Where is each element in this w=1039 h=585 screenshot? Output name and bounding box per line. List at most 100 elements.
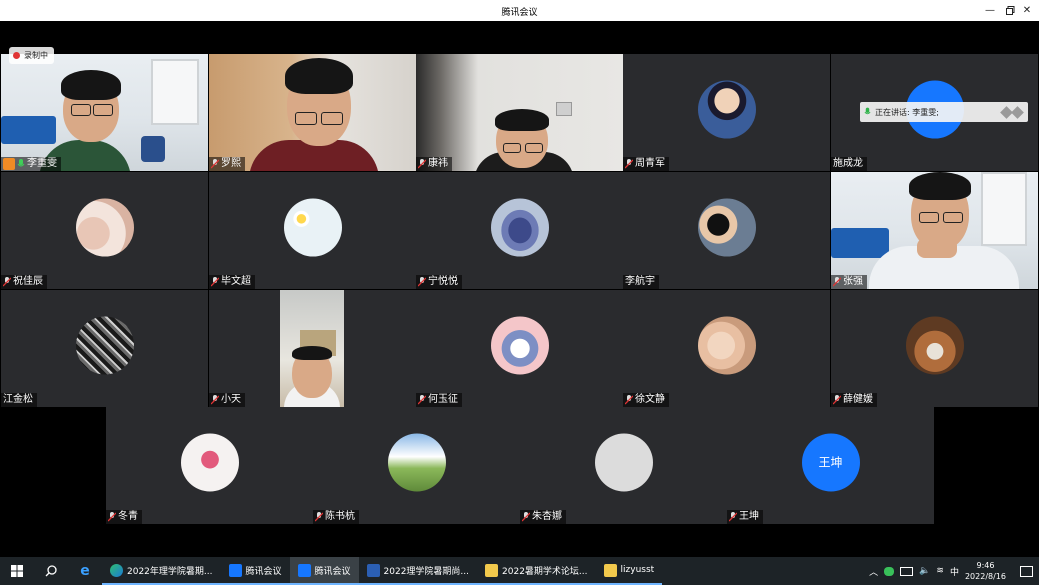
- mic-muted-icon: [315, 512, 323, 522]
- volume-icon[interactable]: 🔈: [919, 566, 930, 576]
- taskbar-app-label: 2022暑期学术论坛...: [502, 566, 588, 577]
- participant-name: 何玉征: [428, 394, 458, 405]
- host-icon: [3, 158, 15, 170]
- network-icon[interactable]: ≋: [936, 566, 944, 576]
- name-tag: 祝佳辰: [1, 275, 47, 289]
- clock-time: 9:46: [976, 561, 995, 570]
- name-tag: 江金松: [1, 393, 37, 407]
- name-tag: 周青军: [623, 157, 669, 171]
- avatar: [697, 80, 756, 139]
- close-button[interactable]: ✕: [1015, 0, 1039, 21]
- camera-feed: [280, 290, 344, 407]
- taskbar-app-label: 2022年理学院暑期...: [127, 566, 213, 577]
- participant-tile[interactable]: 宁悦悦: [416, 172, 623, 289]
- participant-tile[interactable]: 祝佳辰: [1, 172, 208, 289]
- name-tag: 薛健媛: [831, 393, 877, 407]
- name-tag: 张强: [831, 275, 867, 289]
- name-tag: 冬青: [106, 510, 142, 524]
- participant-tile[interactable]: 王坤 王坤: [727, 407, 934, 524]
- system-tray: ︿ 🔈 ≋ 中 9:46 2022/8/16: [869, 560, 1039, 582]
- expand-icon[interactable]: [1011, 105, 1024, 119]
- folder-icon: [603, 563, 617, 577]
- notification-icon[interactable]: [1020, 565, 1033, 577]
- mic-muted-icon: [211, 277, 219, 287]
- participant-tile[interactable]: 李重雯: [1, 54, 208, 171]
- name-tag: 李航宇: [623, 275, 659, 289]
- participant-tile[interactable]: 康祎: [416, 54, 623, 171]
- avatar: 王坤: [801, 433, 860, 492]
- taskbar-app-word[interactable]: 2022理学院暑期尚...: [358, 557, 478, 585]
- participant-tile[interactable]: 张强: [831, 172, 1038, 289]
- participant-name: 李重雯: [27, 158, 57, 169]
- camera-feed: [209, 54, 416, 171]
- participant-name: 陈书杭: [325, 511, 355, 522]
- participant-tile[interactable]: 李航宇: [623, 172, 830, 289]
- participant-tile[interactable]: 陈书杭: [313, 407, 520, 524]
- mic-muted-icon: [833, 395, 841, 405]
- taskbar-app-label: 2022理学院暑期尚...: [383, 566, 470, 577]
- avatar: [905, 316, 964, 375]
- name-tag: 宁悦悦: [416, 275, 462, 289]
- start-button[interactable]: [0, 557, 34, 585]
- avatar: [697, 198, 756, 257]
- taskbar-app-tencent-meeting[interactable]: 腾讯会议: [220, 557, 290, 585]
- participant-tile[interactable]: 周青军: [623, 54, 830, 171]
- clock[interactable]: 9:46 2022/8/16: [965, 560, 1006, 582]
- name-tag: 小天: [209, 393, 245, 407]
- search-button[interactable]: [34, 557, 68, 585]
- name-tag: 徐文静: [623, 393, 669, 407]
- taskbar: e 2022年理学院暑期... 腾讯会议 腾讯会议 2022理学院暑期尚... …: [0, 557, 1039, 585]
- restore-icon: [1005, 6, 1014, 15]
- participant-tile[interactable]: 徐文静: [623, 290, 830, 407]
- name-tag: 朱杏娜: [520, 510, 566, 524]
- show-hidden-icons-icon[interactable]: ︿: [869, 565, 878, 578]
- mic-muted-icon: [3, 277, 11, 287]
- taskbar-app-tencent-meeting-active[interactable]: 腾讯会议: [289, 557, 359, 585]
- participant-name: 朱杏娜: [532, 511, 562, 522]
- participant-name: 康祎: [428, 158, 448, 169]
- wechat-icon[interactable]: [884, 566, 895, 576]
- taskbar-app-folder-lizyusst[interactable]: lizyusst: [595, 557, 663, 585]
- name-tag: 施成龙: [831, 157, 867, 171]
- participant-name: 周青军: [635, 158, 665, 169]
- indicator-controls[interactable]: [1000, 105, 1024, 119]
- participant-tile[interactable]: 江金松: [1, 290, 208, 407]
- mic-muted-icon: [211, 159, 219, 169]
- participant-name: 李航宇: [625, 276, 655, 287]
- speaking-indicator: 正在讲话: 李重雯;: [860, 102, 1028, 122]
- edge-icon: [110, 563, 123, 577]
- ime-indicator[interactable]: 中: [950, 565, 959, 578]
- mic-muted-icon: [833, 277, 841, 287]
- participant-name: 小天: [221, 394, 241, 405]
- name-tag: 毕文超: [209, 275, 255, 289]
- internet-explorer-icon: e: [80, 563, 90, 579]
- clock-date: 2022/8/16: [964, 572, 1006, 581]
- mic-muted-icon: [418, 159, 426, 169]
- mic-muted-icon: [211, 395, 219, 405]
- window-title: 腾讯会议: [501, 8, 538, 18]
- participant-tile[interactable]: 罗熙: [209, 54, 416, 171]
- taskbar-app-edge[interactable]: 2022年理学院暑期...: [102, 557, 221, 585]
- participant-tile[interactable]: 冬青: [106, 407, 313, 524]
- taskbar-app-folder[interactable]: 2022暑期学术论坛...: [477, 557, 596, 585]
- recording-badge[interactable]: 录制中: [9, 47, 54, 64]
- camera-feed: [831, 172, 1038, 289]
- participant-tile[interactable]: 毕文超: [209, 172, 416, 289]
- participant-tile[interactable]: 薛健媛: [831, 290, 1038, 407]
- participant-tile[interactable]: 小天: [209, 290, 416, 407]
- name-tag: 陈书杭: [313, 510, 359, 524]
- participant-name: 江金松: [3, 394, 33, 405]
- recording-label: 录制中: [24, 51, 48, 60]
- battery-icon[interactable]: [900, 566, 914, 576]
- mic-muted-icon: [418, 395, 426, 405]
- participant-tile[interactable]: 朱杏娜: [520, 407, 727, 524]
- participant-name: 徐文静: [635, 394, 665, 405]
- participant-tile[interactable]: 何玉征: [416, 290, 623, 407]
- record-dot-icon: [13, 52, 20, 59]
- name-tag: 李重雯: [1, 157, 61, 171]
- avatar: [75, 198, 134, 257]
- mic-muted-icon: [418, 277, 426, 287]
- ie-button[interactable]: e: [68, 557, 102, 585]
- name-tag: 康祎: [416, 157, 452, 171]
- avatar: [490, 316, 549, 375]
